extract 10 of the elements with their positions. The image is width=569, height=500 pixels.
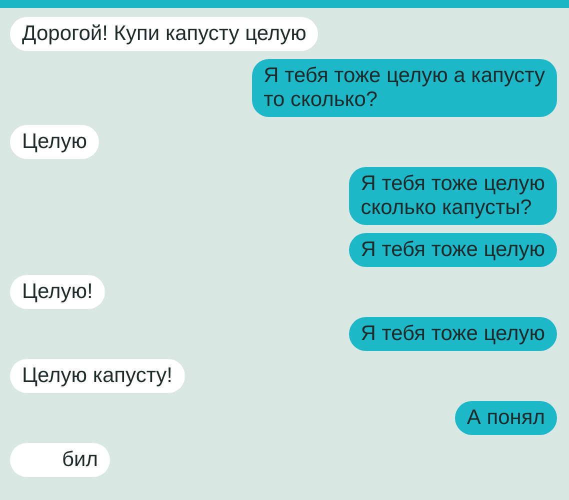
message-bubble: Я тебя тоже целую xyxy=(348,233,557,267)
message-bubble: Я тебя тоже целую сколько капусты? xyxy=(348,167,557,225)
message-bubble: Целую капусту! xyxy=(10,359,185,393)
message-bubble: Дорогой! Купи капусту целую xyxy=(10,17,318,51)
message-bubble: Я тебя тоже целую а капусту то сколько? xyxy=(252,59,557,117)
message-bubble: Целую! xyxy=(10,275,105,309)
message-bubble: бил xyxy=(10,443,110,477)
message-bubble: Я тебя тоже целую xyxy=(348,317,557,351)
message-bubble: А понял xyxy=(454,401,557,435)
message-bubble: Целую xyxy=(10,125,100,159)
